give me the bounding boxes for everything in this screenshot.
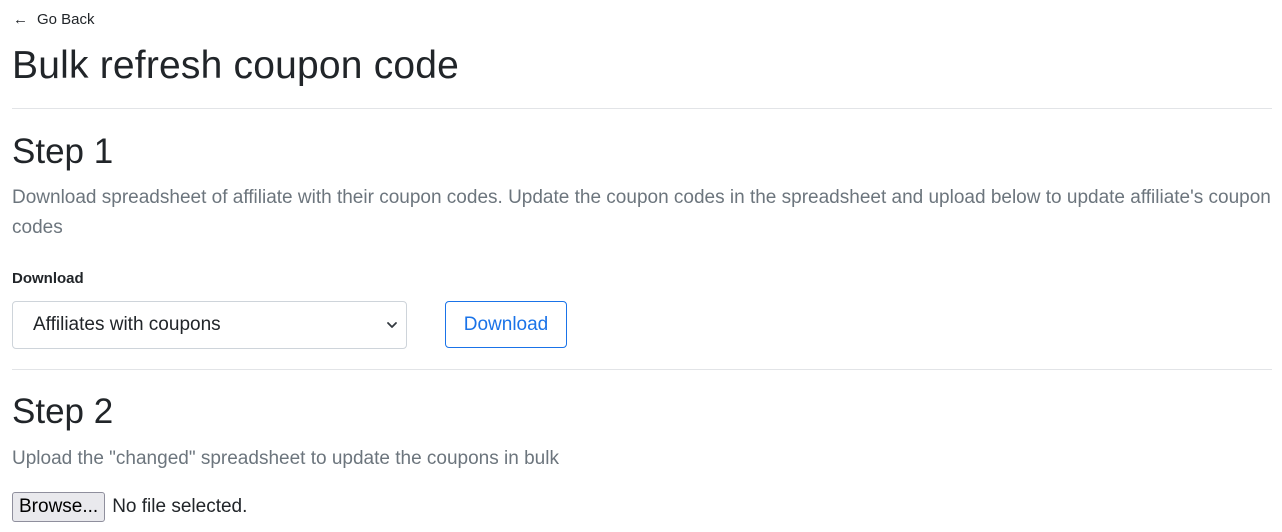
page: ← Go Back Bulk refresh coupon code Step … [0,0,1282,532]
download-button[interactable]: Download [445,301,567,348]
step1-description: Download spreadsheet of affiliate with t… [12,187,1271,238]
divider [12,369,1272,370]
spreadsheet-type-select[interactable]: Affiliates with coupons [12,301,407,349]
file-input[interactable]: Browse... No file selected. [12,492,247,522]
page-title: Bulk refresh coupon code [12,44,460,87]
browse-button[interactable]: Browse... [12,492,106,522]
go-back-link[interactable]: ← Go Back [13,11,95,28]
arrow-left-icon: ← [13,11,28,28]
step1-title: Step 1 [12,132,114,171]
go-back-label: Go Back [37,11,95,28]
step2-title: Step 2 [12,392,114,431]
select-value: Affiliates with coupons [33,314,221,335]
file-status-text: No file selected. [112,496,248,517]
chevron-down-icon [387,322,397,328]
divider [12,108,1272,109]
download-field-label: Download [12,270,84,287]
step2-description: Upload the "changed" spreadsheet to upda… [12,448,559,469]
